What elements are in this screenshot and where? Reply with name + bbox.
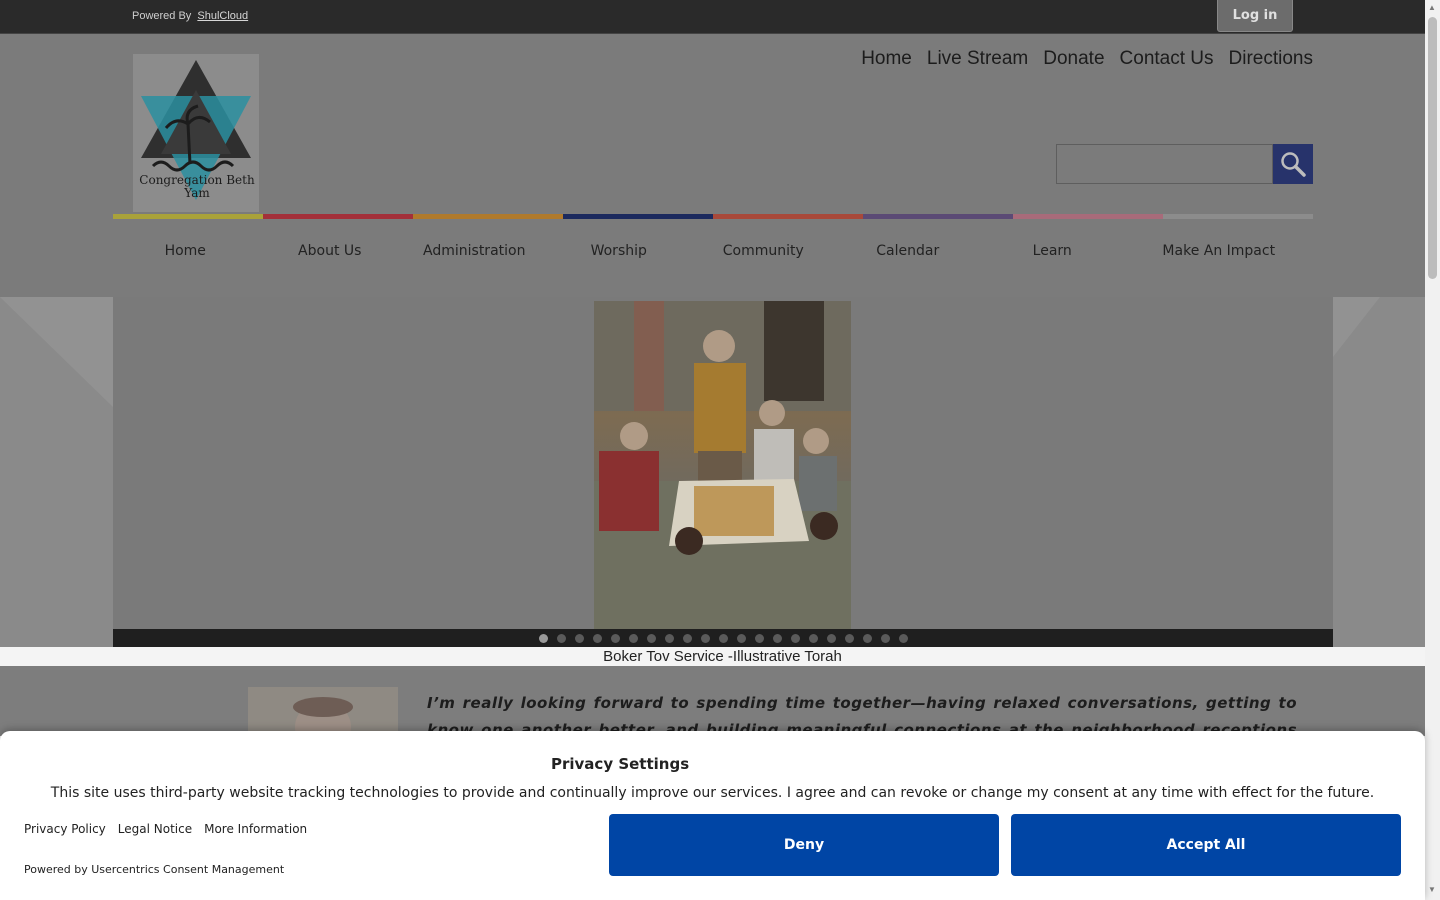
slider-dots	[113, 629, 1333, 647]
powered-by-label: Powered By	[132, 10, 192, 22]
slider-dot[interactable]	[898, 633, 908, 643]
nav-make-an-impact[interactable]: Make An Impact	[1125, 219, 1314, 297]
slider-dot[interactable]	[844, 633, 854, 643]
scrollbar[interactable]: ▲ ▼	[1425, 0, 1440, 900]
slide-caption: Boker Tov Service -Illustrative Torah	[603, 648, 842, 665]
privacy-powered-by: Powered by Usercentrics Consent Manageme…	[24, 863, 285, 876]
privacy-settings-dialog: Privacy Settings This site uses third-pa…	[0, 731, 1425, 900]
top-links: Home Live Stream Donate Contact Us Direc…	[861, 48, 1313, 70]
toplink-directions[interactable]: Directions	[1229, 48, 1313, 70]
legal-notice-link[interactable]: Legal Notice	[118, 822, 192, 836]
toplink-live-stream[interactable]: Live Stream	[927, 48, 1028, 70]
toplink-donate[interactable]: Donate	[1043, 48, 1104, 70]
deny-button[interactable]: Deny	[609, 814, 999, 876]
login-button[interactable]: Log in	[1217, 0, 1293, 32]
search-icon	[1281, 152, 1306, 177]
scroll-thumb[interactable]	[1428, 17, 1437, 279]
main-nav: Home About Us Administration Worship Com…	[113, 219, 1313, 297]
slider-dot[interactable]	[610, 633, 620, 643]
slider-dot[interactable]	[700, 633, 710, 643]
slider-dot[interactable]	[826, 633, 836, 643]
slider-dot[interactable]	[772, 633, 782, 643]
top-bar: Powered By ShulCloud Log in	[0, 0, 1425, 34]
slider-dot[interactable]	[646, 633, 656, 643]
search-input[interactable]	[1056, 144, 1273, 184]
nav-home[interactable]: Home	[113, 219, 258, 297]
slider-dot[interactable]	[628, 633, 638, 643]
slider-dot[interactable]	[880, 633, 890, 643]
slider-dot[interactable]	[538, 633, 548, 643]
slider-dot[interactable]	[736, 633, 746, 643]
rabbi-portrait	[248, 687, 398, 753]
scroll-up-icon[interactable]: ▲	[1428, 3, 1436, 12]
more-information-link[interactable]: More Information	[204, 822, 307, 836]
site-logo[interactable]: Congregation Beth Yam	[133, 54, 259, 212]
slider-dot[interactable]	[556, 633, 566, 643]
logo-text: Congregation Beth Yam	[139, 173, 255, 200]
nav-worship[interactable]: Worship	[547, 219, 692, 297]
accept-all-button[interactable]: Accept All	[1011, 814, 1401, 876]
shulcloud-link[interactable]: ShulCloud	[197, 10, 248, 22]
toplink-contact-us[interactable]: Contact Us	[1120, 48, 1214, 70]
portrait-image	[293, 697, 353, 753]
nav-learn[interactable]: Learn	[980, 219, 1125, 297]
slide-photo-image	[594, 301, 851, 629]
scroll-down-icon[interactable]: ▼	[1428, 885, 1436, 894]
slider-dot[interactable]	[862, 633, 872, 643]
privacy-text: This site uses third-party website track…	[50, 785, 1375, 801]
privacy-links: Privacy Policy Legal Notice More Informa…	[24, 822, 307, 836]
slider-dot[interactable]	[790, 633, 800, 643]
slide-photo	[594, 301, 851, 629]
slider-dot[interactable]	[664, 633, 674, 643]
nav-calendar[interactable]: Calendar	[836, 219, 981, 297]
powered-by: Powered By ShulCloud	[132, 10, 248, 22]
nav-administration[interactable]: Administration	[402, 219, 547, 297]
slider-dot[interactable]	[574, 633, 584, 643]
slider-dot[interactable]	[682, 633, 692, 643]
search-button[interactable]	[1273, 144, 1313, 184]
privacy-policy-link[interactable]: Privacy Policy	[24, 822, 106, 836]
slider-dot[interactable]	[808, 633, 818, 643]
toplink-home[interactable]: Home	[861, 48, 912, 70]
slider-dot[interactable]	[718, 633, 728, 643]
nav-community[interactable]: Community	[691, 219, 836, 297]
slider-dot[interactable]	[754, 633, 764, 643]
nav-about-us[interactable]: About Us	[258, 219, 403, 297]
privacy-title: Privacy Settings	[551, 755, 690, 773]
slider-dot[interactable]	[592, 633, 602, 643]
